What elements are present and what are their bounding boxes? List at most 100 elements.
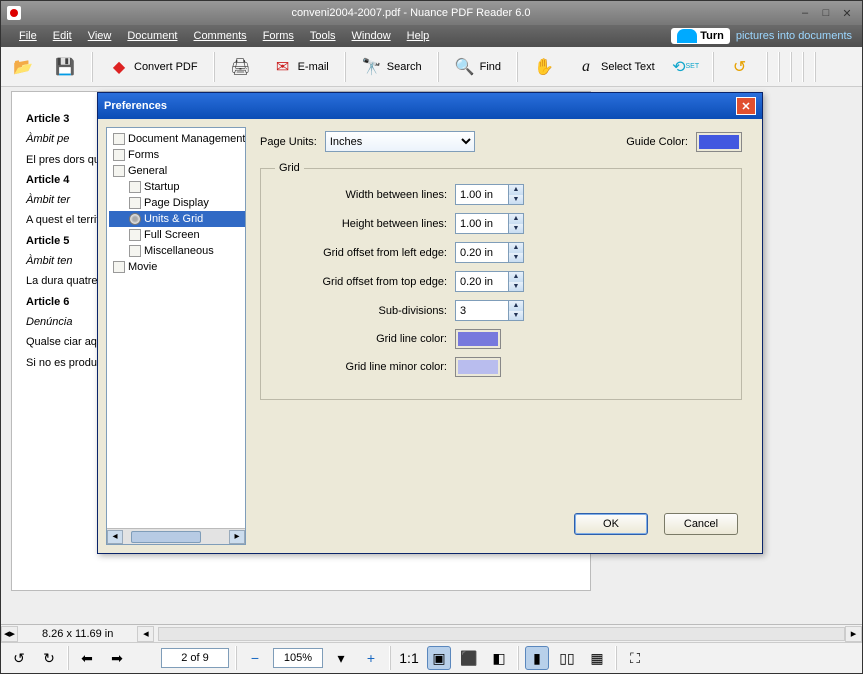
subdiv-input[interactable]: [455, 300, 509, 321]
email-button[interactable]: ✉E-mail: [265, 53, 336, 81]
hscroll-left-button[interactable]: ◂: [137, 626, 154, 642]
ok-button[interactable]: OK: [574, 513, 648, 535]
save-button[interactable]: 💾: [47, 53, 83, 81]
maximize-button[interactable]: □: [817, 5, 835, 21]
open-button[interactable]: 📂: [5, 53, 41, 81]
dialog-close-button[interactable]: ✕: [736, 97, 756, 115]
tree-item-units-grid[interactable]: Units & Grid: [109, 211, 246, 227]
set-tool-button[interactable]: ⟲SET: [668, 53, 704, 81]
width-between-lines-spinner[interactable]: ▲▼: [455, 184, 524, 205]
fit-width-button[interactable]: ⬛: [457, 646, 481, 670]
spin-up-icon[interactable]: ▲: [509, 214, 523, 224]
minimize-button[interactable]: –: [796, 5, 814, 21]
print-button[interactable]: 🖨: [223, 53, 259, 81]
scroll-left-button[interactable]: ◂: [107, 530, 123, 544]
tree-item-page-display[interactable]: Page Display: [109, 195, 246, 211]
tree-item-general[interactable]: General: [109, 163, 246, 179]
spin-down-icon[interactable]: ▼: [509, 195, 523, 205]
offset-top-input[interactable]: [455, 271, 509, 292]
cancel-button[interactable]: Cancel: [664, 513, 738, 535]
zoom-dropdown-button[interactable]: ▾: [329, 646, 353, 670]
next-page-button[interactable]: ➡: [105, 646, 129, 670]
spin-up-icon[interactable]: ▲: [509, 243, 523, 253]
grid-offset-left-spinner[interactable]: ▲▼: [455, 242, 524, 263]
height-input[interactable]: [455, 213, 509, 234]
single-page-button[interactable]: ▮: [525, 646, 549, 670]
color-swatch: [458, 332, 498, 346]
hscroll-right-button[interactable]: ▸: [845, 626, 862, 642]
grid-offset-top-spinner[interactable]: ▲▼: [455, 271, 524, 292]
spin-up-icon[interactable]: ▲: [509, 185, 523, 195]
rotate-cw-button[interactable]: ↻: [37, 646, 61, 670]
guide-color-button[interactable]: [696, 132, 742, 152]
menu-comments[interactable]: Comments: [186, 27, 255, 45]
continuous-button[interactable]: ▯▯: [555, 646, 579, 670]
scroll-thumb[interactable]: [131, 531, 201, 543]
grid-line-color-button[interactable]: [455, 329, 501, 349]
tree-item-movie[interactable]: Movie: [109, 259, 246, 275]
menu-file[interactable]: File: [11, 27, 45, 45]
close-button[interactable]: ✕: [838, 5, 856, 21]
hscroll-track[interactable]: [158, 627, 845, 641]
color-swatch: [699, 135, 739, 149]
menu-help[interactable]: Help: [399, 27, 438, 45]
spin-down-icon[interactable]: ▼: [509, 253, 523, 263]
search-button[interactable]: 🔭Search: [354, 53, 429, 81]
fit-visible-button[interactable]: ◧: [487, 646, 511, 670]
prev-page-button[interactable]: ⬅: [75, 646, 99, 670]
undo-button[interactable]: ↺: [722, 53, 758, 81]
spin-down-icon[interactable]: ▼: [509, 311, 523, 321]
zoom-in-button[interactable]: +: [359, 646, 383, 670]
hand-tool-button[interactable]: ✋: [526, 53, 562, 81]
rotate-ccw-button[interactable]: ↺: [7, 646, 31, 670]
menu-forms[interactable]: Forms: [255, 27, 302, 45]
actual-size-button[interactable]: 1:1: [397, 646, 421, 670]
hand-icon: ✋: [533, 56, 555, 78]
width-input[interactable]: [455, 184, 509, 205]
sub-divisions-spinner[interactable]: ▲▼: [455, 300, 524, 321]
undo-icon: ↺: [729, 56, 751, 78]
document-area[interactable]: Article 3 Àmbit pe El pres dors que a le…: [1, 87, 862, 624]
menu-document[interactable]: Document: [119, 27, 185, 45]
fit-page-button[interactable]: ▣: [427, 646, 451, 670]
find-icon: 🔍: [454, 56, 476, 78]
status-left-button[interactable]: ◂▸: [1, 626, 18, 642]
gear-icon: [129, 213, 141, 225]
height-between-lines-spinner[interactable]: ▲▼: [455, 213, 524, 234]
dialog-titlebar[interactable]: Preferences ✕: [98, 93, 762, 119]
convert-pdf-button[interactable]: ◆Convert PDF: [101, 53, 205, 81]
spin-down-icon[interactable]: ▼: [509, 282, 523, 292]
menu-window[interactable]: Window: [344, 27, 399, 45]
page-icon: [129, 181, 141, 193]
page-number-input[interactable]: [161, 648, 229, 668]
menu-tools[interactable]: Tools: [302, 27, 344, 45]
window-title: conveni2004-2007.pdf - Nuance PDF Reader…: [29, 7, 793, 19]
zoom-input[interactable]: [273, 648, 323, 668]
zoom-out-button[interactable]: −: [243, 646, 267, 670]
spin-down-icon[interactable]: ▼: [509, 224, 523, 234]
menu-view[interactable]: View: [80, 27, 120, 45]
tree-horizontal-scrollbar[interactable]: ◂ ▸: [107, 528, 245, 544]
offset-left-input[interactable]: [455, 242, 509, 263]
facing-button[interactable]: ▦: [585, 646, 609, 670]
select-text-button[interactable]: aSelect Text: [568, 53, 662, 81]
menu-edit[interactable]: Edit: [45, 27, 80, 45]
tree-item-forms[interactable]: Forms: [109, 147, 246, 163]
tree-item-startup[interactable]: Startup: [109, 179, 246, 195]
spin-up-icon[interactable]: ▲: [509, 272, 523, 282]
guide-color-label: Guide Color:: [626, 136, 688, 148]
fullscreen-button[interactable]: ⛶: [623, 646, 647, 670]
convert-icon: ◆: [108, 56, 130, 78]
tree-item-document-management[interactable]: Document Management S: [109, 131, 246, 147]
preferences-tree[interactable]: Document Management S Forms General Star…: [106, 127, 246, 545]
email-icon: ✉: [272, 56, 294, 78]
turn-banner[interactable]: Turn: [671, 28, 730, 44]
scroll-right-button[interactable]: ▸: [229, 530, 245, 544]
open-icon: 📂: [12, 56, 34, 78]
tree-item-miscellaneous[interactable]: Miscellaneous: [109, 243, 246, 259]
tree-item-full-screen[interactable]: Full Screen: [109, 227, 246, 243]
page-units-select[interactable]: Inches: [325, 131, 475, 152]
grid-line-minor-color-button[interactable]: [455, 357, 501, 377]
find-button[interactable]: 🔍Find: [447, 53, 508, 81]
spin-up-icon[interactable]: ▲: [509, 301, 523, 311]
